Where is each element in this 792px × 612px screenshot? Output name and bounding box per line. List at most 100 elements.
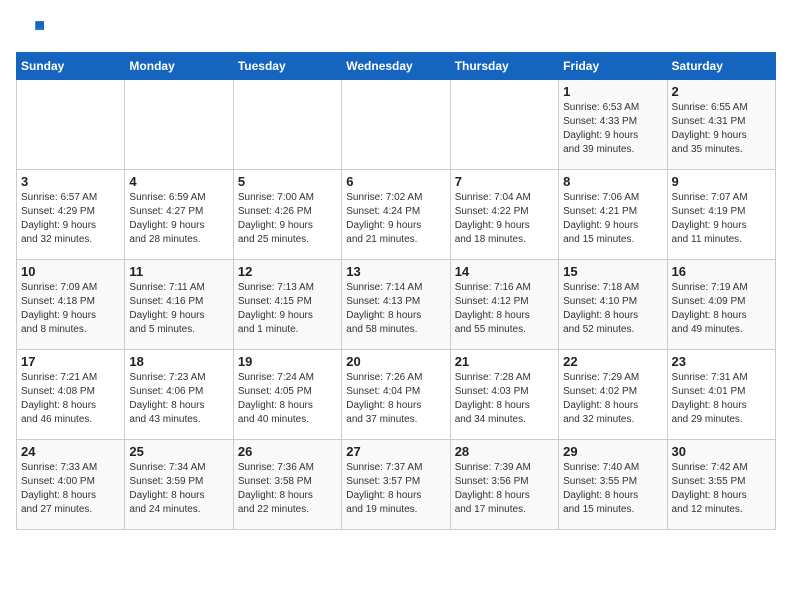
day-number: 27	[346, 444, 445, 459]
day-number: 25	[129, 444, 228, 459]
day-info: Sunrise: 7:18 AMSunset: 4:10 PMDaylight:…	[563, 281, 662, 337]
day-info: Sunrise: 7:33 AMSunset: 4:00 PMDaylight:…	[21, 461, 120, 517]
day-number: 21	[455, 354, 554, 369]
calendar-cell: 6 Sunrise: 7:02 AMSunset: 4:24 PMDaylight…	[342, 170, 450, 260]
calendar-cell: 2Sunrise: 6:55 AMSunset: 4:31 PMDaylight…	[667, 80, 775, 170]
day-info: Sunrise: 7:02 AMSunset: 4:24 PMDaylight:…	[346, 191, 445, 247]
day-info: Sunrise: 7:00 AMSunset: 4:26 PMDaylight:…	[238, 191, 337, 247]
calendar-cell: 5 Sunrise: 7:00 AMSunset: 4:26 PMDaylight…	[233, 170, 341, 260]
day-info: Sunrise: 7:04 AMSunset: 4:22 PMDaylight:…	[455, 191, 554, 247]
calendar-cell: 20 Sunrise: 7:26 AMSunset: 4:04 PMDayligh…	[342, 350, 450, 440]
calendar-cell: 25 Sunrise: 7:34 AMSunset: 3:59 PMDayligh…	[125, 440, 233, 530]
week-row-1: 3 Sunrise: 6:57 AMSunset: 4:29 PMDaylight…	[17, 170, 776, 260]
calendar-cell: 29 Sunrise: 7:40 AMSunset: 3:55 PMDayligh…	[559, 440, 667, 530]
calendar-cell: 8 Sunrise: 7:06 AMSunset: 4:21 PMDaylight…	[559, 170, 667, 260]
day-info: Sunrise: 7:36 AMSunset: 3:58 PMDaylight:…	[238, 461, 337, 517]
header-thursday: Thursday	[450, 53, 558, 80]
calendar-cell: 7Sunrise: 7:04 AMSunset: 4:22 PMDaylight…	[450, 170, 558, 260]
header-wednesday: Wednesday	[342, 53, 450, 80]
week-row-2: 10 Sunrise: 7:09 AMSunset: 4:18 PMDayligh…	[17, 260, 776, 350]
day-number: 4	[129, 174, 228, 189]
day-info: Sunrise: 6:59 AMSunset: 4:27 PMDaylight:…	[129, 191, 228, 247]
day-number: 3	[21, 174, 120, 189]
day-number: 8	[563, 174, 662, 189]
logo-icon	[16, 16, 44, 44]
day-info: Sunrise: 7:06 AMSunset: 4:21 PMDaylight:…	[563, 191, 662, 247]
calendar-cell: 22 Sunrise: 7:29 AMSunset: 4:02 PMDayligh…	[559, 350, 667, 440]
calendar-cell: 18 Sunrise: 7:23 AMSunset: 4:06 PMDayligh…	[125, 350, 233, 440]
calendar-cell: 11Sunrise: 7:11 AMSunset: 4:16 PMDayligh…	[125, 260, 233, 350]
day-number: 13	[346, 264, 445, 279]
header-monday: Monday	[125, 53, 233, 80]
calendar-cell: 16Sunrise: 7:19 AMSunset: 4:09 PMDayligh…	[667, 260, 775, 350]
day-number: 18	[129, 354, 228, 369]
day-info: Sunrise: 7:14 AMSunset: 4:13 PMDaylight:…	[346, 281, 445, 337]
day-info: Sunrise: 7:11 AMSunset: 4:16 PMDaylight:…	[129, 281, 228, 337]
week-row-3: 17Sunrise: 7:21 AMSunset: 4:08 PMDayligh…	[17, 350, 776, 440]
header-sunday: Sunday	[17, 53, 125, 80]
calendar-cell: 27 Sunrise: 7:37 AMSunset: 3:57 PMDayligh…	[342, 440, 450, 530]
day-number: 20	[346, 354, 445, 369]
calendar-cell: 30 Sunrise: 7:42 AMSunset: 3:55 PMDayligh…	[667, 440, 775, 530]
day-number: 9	[672, 174, 771, 189]
calendar-cell: 13 Sunrise: 7:14 AMSunset: 4:13 PMDayligh…	[342, 260, 450, 350]
page-header	[16, 16, 776, 44]
calendar-cell: 12 Sunrise: 7:13 AMSunset: 4:15 PMDayligh…	[233, 260, 341, 350]
day-number: 26	[238, 444, 337, 459]
day-info: Sunrise: 7:23 AMSunset: 4:06 PMDaylight:…	[129, 371, 228, 427]
calendar-cell	[342, 80, 450, 170]
day-info: Sunrise: 7:09 AMSunset: 4:18 PMDaylight:…	[21, 281, 120, 337]
day-info: Sunrise: 7:26 AMSunset: 4:04 PMDaylight:…	[346, 371, 445, 427]
calendar-cell	[125, 80, 233, 170]
day-info: Sunrise: 7:24 AMSunset: 4:05 PMDaylight:…	[238, 371, 337, 427]
week-row-4: 24Sunrise: 7:33 AMSunset: 4:00 PMDayligh…	[17, 440, 776, 530]
day-info: Sunrise: 6:55 AMSunset: 4:31 PMDaylight:…	[672, 101, 771, 157]
day-info: Sunrise: 7:16 AMSunset: 4:12 PMDaylight:…	[455, 281, 554, 337]
day-info: Sunrise: 7:34 AMSunset: 3:59 PMDaylight:…	[129, 461, 228, 517]
day-info: Sunrise: 7:21 AMSunset: 4:08 PMDaylight:…	[21, 371, 120, 427]
day-number: 28	[455, 444, 554, 459]
day-number: 23	[672, 354, 771, 369]
calendar-cell: 19 Sunrise: 7:24 AMSunset: 4:05 PMDayligh…	[233, 350, 341, 440]
calendar-cell: 15 Sunrise: 7:18 AMSunset: 4:10 PMDayligh…	[559, 260, 667, 350]
week-row-0: 1 Sunrise: 6:53 AMSunset: 4:33 PMDaylight…	[17, 80, 776, 170]
day-info: Sunrise: 7:31 AMSunset: 4:01 PMDaylight:…	[672, 371, 771, 427]
day-number: 15	[563, 264, 662, 279]
day-info: Sunrise: 7:39 AMSunset: 3:56 PMDaylight:…	[455, 461, 554, 517]
day-number: 30	[672, 444, 771, 459]
calendar-cell: 26 Sunrise: 7:36 AMSunset: 3:58 PMDayligh…	[233, 440, 341, 530]
day-number: 19	[238, 354, 337, 369]
day-info: Sunrise: 6:57 AMSunset: 4:29 PMDaylight:…	[21, 191, 120, 247]
header-saturday: Saturday	[667, 53, 775, 80]
day-number: 14	[455, 264, 554, 279]
calendar-cell	[17, 80, 125, 170]
calendar-cell: 14 Sunrise: 7:16 AMSunset: 4:12 PMDayligh…	[450, 260, 558, 350]
header-tuesday: Tuesday	[233, 53, 341, 80]
calendar-header-row: SundayMondayTuesdayWednesdayThursdayFrid…	[17, 53, 776, 80]
calendar-cell: 24Sunrise: 7:33 AMSunset: 4:00 PMDayligh…	[17, 440, 125, 530]
day-info: Sunrise: 7:37 AMSunset: 3:57 PMDaylight:…	[346, 461, 445, 517]
day-number: 10	[21, 264, 120, 279]
day-info: Sunrise: 7:19 AMSunset: 4:09 PMDaylight:…	[672, 281, 771, 337]
day-info: Sunrise: 7:40 AMSunset: 3:55 PMDaylight:…	[563, 461, 662, 517]
day-number: 12	[238, 264, 337, 279]
header-friday: Friday	[559, 53, 667, 80]
day-info: Sunrise: 7:28 AMSunset: 4:03 PMDaylight:…	[455, 371, 554, 427]
calendar-cell: 9 Sunrise: 7:07 AMSunset: 4:19 PMDaylight…	[667, 170, 775, 260]
day-info: Sunrise: 6:53 AMSunset: 4:33 PMDaylight:…	[563, 101, 662, 157]
calendar-cell: 17Sunrise: 7:21 AMSunset: 4:08 PMDayligh…	[17, 350, 125, 440]
day-info: Sunrise: 7:29 AMSunset: 4:02 PMDaylight:…	[563, 371, 662, 427]
day-number: 6	[346, 174, 445, 189]
day-info: Sunrise: 7:42 AMSunset: 3:55 PMDaylight:…	[672, 461, 771, 517]
day-number: 1	[563, 84, 662, 99]
day-info: Sunrise: 7:13 AMSunset: 4:15 PMDaylight:…	[238, 281, 337, 337]
day-number: 22	[563, 354, 662, 369]
day-number: 29	[563, 444, 662, 459]
calendar-cell	[233, 80, 341, 170]
calendar-cell: 28 Sunrise: 7:39 AMSunset: 3:56 PMDayligh…	[450, 440, 558, 530]
calendar-cell	[450, 80, 558, 170]
day-info: Sunrise: 7:07 AMSunset: 4:19 PMDaylight:…	[672, 191, 771, 247]
calendar-cell: 1 Sunrise: 6:53 AMSunset: 4:33 PMDaylight…	[559, 80, 667, 170]
calendar-cell: 21 Sunrise: 7:28 AMSunset: 4:03 PMDayligh…	[450, 350, 558, 440]
day-number: 5	[238, 174, 337, 189]
